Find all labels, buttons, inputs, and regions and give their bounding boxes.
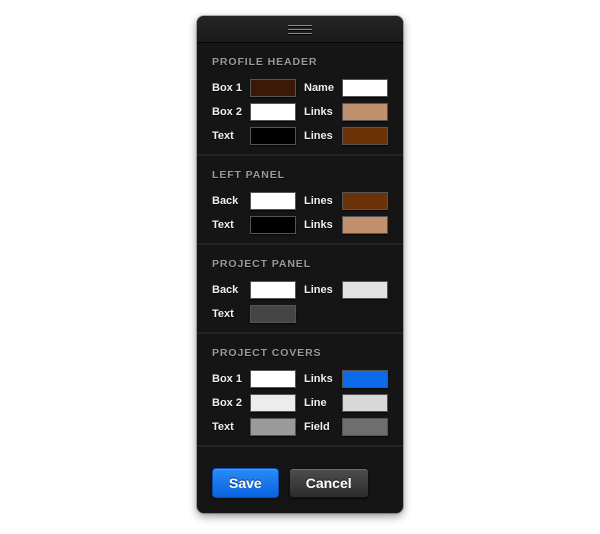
- color-label: Box 2: [212, 397, 242, 409]
- color-cell: Links: [304, 370, 388, 388]
- color-cell: Lines: [304, 281, 388, 299]
- color-label: Box 1: [212, 373, 242, 385]
- cancel-button[interactable]: Cancel: [288, 468, 369, 498]
- drag-handle-icon[interactable]: [288, 24, 312, 34]
- color-cell: Lines: [304, 192, 388, 210]
- color-swatch[interactable]: [342, 418, 388, 436]
- section-title: PROJECT COVERS: [212, 347, 322, 359]
- color-label: Text: [212, 219, 234, 231]
- color-swatch[interactable]: [250, 192, 296, 210]
- section-rows: Box 1 Name Box 2 Links Text Lines: [212, 79, 388, 145]
- color-label: Lines: [304, 284, 333, 296]
- settings-section: LEFT PANEL Back Lines Text Links: [197, 156, 403, 245]
- color-row: Back Lines: [212, 281, 388, 299]
- color-swatch[interactable]: [250, 216, 296, 234]
- color-cell: Box 2: [212, 103, 296, 121]
- save-button[interactable]: Save: [212, 468, 279, 498]
- color-row: Box 2 Links: [212, 103, 388, 121]
- section-title: LEFT PANEL: [212, 169, 285, 181]
- color-cell: Lines: [304, 127, 388, 145]
- color-label: Lines: [304, 130, 333, 142]
- section-title: PROFILE HEADER: [212, 56, 318, 68]
- color-label: Links: [304, 106, 333, 118]
- drag-handle-line: [288, 28, 312, 30]
- color-label: Name: [304, 82, 334, 94]
- color-cell: Field: [304, 418, 388, 436]
- color-swatch[interactable]: [250, 127, 296, 145]
- color-swatch[interactable]: [250, 79, 296, 97]
- color-row: Box 1 Links: [212, 370, 388, 388]
- color-row: Box 2 Line: [212, 394, 388, 412]
- color-swatch[interactable]: [342, 79, 388, 97]
- color-label: Text: [212, 308, 234, 320]
- color-label: Lines: [304, 195, 333, 207]
- color-row: Back Lines: [212, 192, 388, 210]
- color-cell: Box 1: [212, 79, 296, 97]
- drag-handle-line: [288, 32, 312, 34]
- color-cell: Text: [212, 305, 296, 323]
- color-label: Text: [212, 421, 234, 433]
- color-label: Back: [212, 284, 239, 296]
- settings-section: PROJECT PANEL Back Lines Text: [197, 245, 403, 334]
- color-row: Text Links: [212, 216, 388, 234]
- color-swatch[interactable]: [342, 281, 388, 299]
- color-cell: Text: [212, 127, 296, 145]
- settings-section: PROFILE HEADER Box 1 Name Box 2 Links Text Lin…: [197, 43, 403, 156]
- color-swatch[interactable]: [250, 394, 296, 412]
- color-row: Text: [212, 305, 388, 323]
- dialog-body: PROFILE HEADER Box 1 Name Box 2 Links Text Lin…: [197, 43, 403, 454]
- color-swatch[interactable]: [250, 281, 296, 299]
- color-swatch[interactable]: [342, 127, 388, 145]
- color-cell: Back: [212, 281, 296, 299]
- color-label: Line: [304, 397, 327, 409]
- color-label: Links: [304, 373, 333, 385]
- color-cell: Links: [304, 103, 388, 121]
- color-row: Text Lines: [212, 127, 388, 145]
- dialog-titlebar[interactable]: [197, 16, 403, 43]
- color-cell: Back: [212, 192, 296, 210]
- color-label: Text: [212, 130, 234, 142]
- color-swatch[interactable]: [342, 192, 388, 210]
- color-swatch[interactable]: [342, 216, 388, 234]
- color-swatch[interactable]: [342, 103, 388, 121]
- color-swatch-empty: [342, 305, 388, 323]
- color-cell-empty: [304, 305, 388, 323]
- color-swatch[interactable]: [250, 370, 296, 388]
- section-rows: Back Lines Text: [212, 281, 388, 323]
- color-cell: Name: [304, 79, 388, 97]
- color-label: Back: [212, 195, 239, 207]
- section-rows: Back Lines Text Links: [212, 192, 388, 234]
- color-settings-dialog: PROFILE HEADER Box 1 Name Box 2 Links Text Lin…: [197, 16, 403, 513]
- page-root: PROFILE HEADER Box 1 Name Box 2 Links Text Lin…: [0, 0, 600, 534]
- section-title: PROJECT PANEL: [212, 258, 312, 270]
- color-row: Box 1 Name: [212, 79, 388, 97]
- color-swatch[interactable]: [342, 394, 388, 412]
- color-label: Field: [304, 421, 330, 433]
- color-cell: Box 2: [212, 394, 296, 412]
- color-cell: Text: [212, 216, 296, 234]
- color-label: Box 1: [212, 82, 242, 94]
- section-rows: Box 1 Links Box 2 Line Text Field: [212, 370, 388, 436]
- color-label: Box 2: [212, 106, 242, 118]
- drag-handle-line: [288, 24, 312, 26]
- color-cell: Text: [212, 418, 296, 436]
- color-label: Links: [304, 219, 333, 231]
- color-swatch[interactable]: [342, 370, 388, 388]
- color-cell: Line: [304, 394, 388, 412]
- settings-section: PROJECT COVERS Box 1 Links Box 2 Line Text Fie…: [197, 334, 403, 447]
- color-row: Text Field: [212, 418, 388, 436]
- color-swatch[interactable]: [250, 418, 296, 436]
- dialog-footer: Save Cancel: [197, 454, 403, 513]
- color-swatch[interactable]: [250, 103, 296, 121]
- color-cell: Box 1: [212, 370, 296, 388]
- color-swatch[interactable]: [250, 305, 296, 323]
- color-cell: Links: [304, 216, 388, 234]
